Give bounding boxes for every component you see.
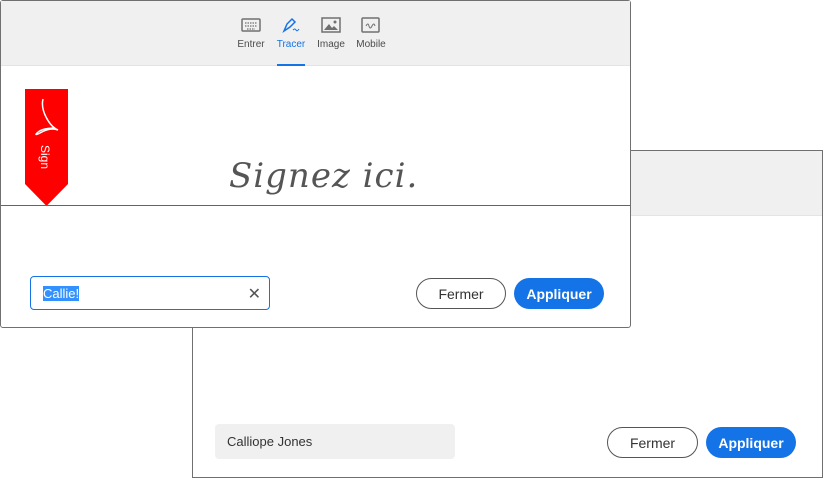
- signature-placeholder[interactable]: Signez ici.: [229, 156, 418, 196]
- dialog-header: Entrer Tracer Image Mobile: [1, 1, 630, 66]
- signature-dialog: Entrer Tracer Image Mobile Sign Signez i…: [0, 0, 631, 328]
- close-button[interactable]: Fermer: [416, 278, 506, 309]
- tab-label: Entrer: [237, 39, 265, 50]
- name-value: Calliope Jones: [227, 434, 313, 449]
- adobe-sign-ribbon: Sign: [25, 89, 68, 206]
- name-value: Callie!: [43, 285, 80, 301]
- mobile-icon: [361, 17, 380, 33]
- ribbon-label: Sign: [38, 145, 52, 169]
- tab-label: Mobile: [356, 39, 386, 50]
- signature-line: [1, 205, 630, 206]
- tab-label: Image: [317, 39, 345, 50]
- keyboard-icon: [241, 18, 261, 32]
- name-input[interactable]: Callie! ✕: [30, 276, 270, 310]
- close-button[interactable]: Fermer: [607, 427, 698, 458]
- tab-label: Tracer: [276, 39, 306, 50]
- tab-entrer[interactable]: Entrer: [231, 13, 271, 66]
- apply-button[interactable]: Appliquer: [514, 278, 604, 309]
- tab-mobile[interactable]: Mobile: [351, 13, 391, 66]
- name-input[interactable]: Calliope Jones: [215, 424, 455, 459]
- tab-image[interactable]: Image: [311, 13, 351, 66]
- tab-tracer[interactable]: Tracer: [271, 13, 311, 66]
- apply-button[interactable]: Appliquer: [706, 427, 796, 458]
- image-icon: [321, 17, 341, 33]
- signature-mode-tabs: Entrer Tracer Image Mobile: [231, 13, 391, 66]
- pen-icon: [282, 17, 300, 33]
- clear-icon[interactable]: ✕: [248, 284, 261, 304]
